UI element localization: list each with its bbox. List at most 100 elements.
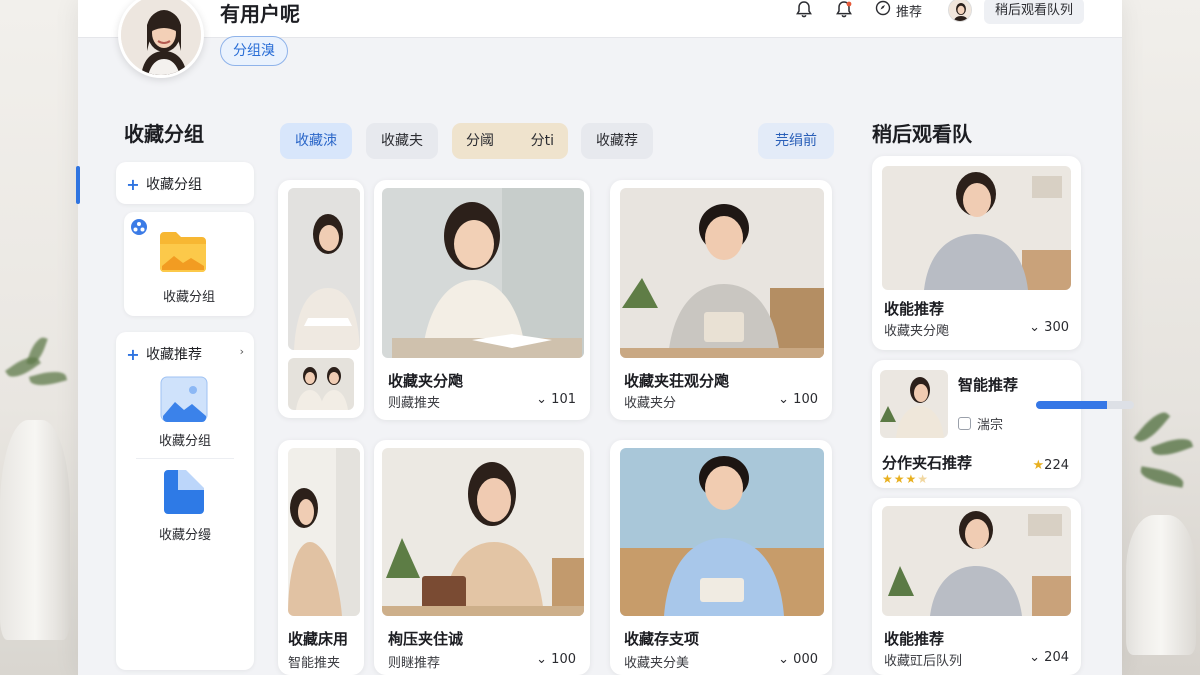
image-folder-icon [160,376,208,426]
tab-group-a[interactable]: 分阈 分ti [452,123,568,159]
card-subtitle: 收藏夹分美 [624,656,690,671]
compass-icon [875,0,891,20]
collection-card[interactable]: 栒压夹住诚 则瞇推荐 ⌄ 100 [374,440,590,675]
background-right [1122,0,1200,675]
chevron-down-icon: ⌄ [778,392,790,407]
card-title: 收藏床用 [288,630,349,648]
thumbnail-image [382,188,584,358]
plus-icon: + [126,344,140,364]
sidebar-item-recommend[interactable]: + 收藏推荐 [126,344,202,364]
card-count: ⌄ 101 [536,392,576,407]
chevron-down-icon: ⌄ [778,652,790,667]
share-badge-icon [130,218,148,240]
chevron-down-icon: ⌄ [1029,650,1041,665]
sidebar-folder-card[interactable]: 收藏分组 [124,212,254,316]
thumbnail-image [882,506,1071,616]
app-window: 推荐 稍后观看队列 有用户呢 分组溴 收藏分组 + 收藏分组 收藏分组 + 收藏… [76,0,1134,675]
card-count: ⌄ 100 [778,392,818,407]
group-pill-button[interactable]: 分组溴 [220,36,288,66]
chevron-down-icon: ⌄ [536,392,548,407]
tab-folder[interactable]: 收藏夫 [366,123,438,159]
card-count: ⌄ 100 [536,652,576,667]
star-filled-icon: ★ [905,472,918,486]
user-avatar-small[interactable] [948,0,972,22]
username: 有用户呢 [220,2,300,26]
collection-card-narrow[interactable] [278,180,364,418]
recommend-link[interactable]: 推荐 [875,0,922,20]
card-subtitle: 则藏推夹 [388,396,441,411]
sidebar-item-label: 收藏分组 [162,290,215,305]
rating-stars: ★★★★ [882,472,929,486]
chevron-right-icon[interactable]: › [240,345,244,358]
thumbnail-image [620,188,824,358]
collection-card[interactable]: 收藏存支项 收藏夹分美 ⌄ 000 [610,440,832,675]
card-count: ⌄ 300 [1029,320,1069,335]
thumbnail-image [880,370,948,438]
queue-card[interactable]: 收能推荐 收藏夹分飑 ⌄ 300 [872,156,1081,350]
watch-progress-bar[interactable] [1036,401,1134,409]
checkbox[interactable] [958,417,971,430]
sidebar-item-groups[interactable]: + 收藏分组 [116,162,254,204]
blue-folder-icon [160,468,208,520]
thumbnail-image [620,448,824,616]
recommend-label: 推荐 [896,4,923,20]
watch-later-title: 稍后观看队 [872,122,972,146]
notification-bell-icon[interactable] [834,0,854,20]
sidebar-item-image-folder[interactable]: 收藏分组 [122,368,248,452]
collection-card[interactable]: 收藏夹分飑 则藏推夹 ⌄ 101 [374,180,590,420]
tab-front[interactable]: 芫绢前 [758,123,834,159]
queue-card-progress[interactable]: 智能推荐 湍宗 分作夹石推荐 ★★★★ ★224 [872,360,1081,488]
checkbox-label: 湍宗 [977,418,1004,433]
card-subtitle: 收藏夹分飑 [884,324,950,339]
divider [136,458,234,459]
sidebar-item-blue-folder[interactable]: 收藏分缦 [122,464,248,548]
folder-icon [158,230,208,278]
sidebar-title: 收藏分组 [124,122,204,146]
tab-recommend[interactable]: 收藏荐 [581,123,653,159]
card-title: 栒压夹住诚 [388,630,464,648]
thumbnail-image [288,448,360,616]
chevron-down-icon: ⌄ [536,652,548,667]
card-title: 收藏夹荘观分飑 [624,372,730,390]
collection-card[interactable]: 收藏夹荘观分飑 收藏夹分 ⌄ 100 [610,180,832,420]
plus-icon: + [126,174,140,194]
card-count: ⌄ 000 [778,652,818,667]
thumbnail-image [288,188,360,350]
sidebar-item-label: 收藏分组 [158,434,211,449]
card-count: ⌄ 204 [1029,650,1069,665]
sidebar-item-label: 收藏分组 [146,177,202,193]
sidebar-item-label: 收藏分缦 [158,528,211,543]
sidebar-recommend-section: + 收藏推荐 › 收藏分组 收藏分缦 [116,332,254,670]
tab-label: 分ti [530,133,554,149]
star-filled-icon: ★ [893,472,906,486]
star-empty-icon: ★ [917,472,930,486]
sidebar-item-label: 收藏推荐 [146,347,202,363]
card-title: 收能推荐 [884,300,945,318]
background-left [0,0,78,675]
queue-card[interactable]: 收能推荐 收藏豇后队列 ⌄ 204 [872,498,1081,675]
card-count: ★224 [1032,458,1069,473]
bell-icon[interactable] [794,0,814,20]
card-subtitle: 收藏夹分 [624,396,677,411]
thumbnail-image-small [288,358,354,410]
card-subtitle: 智能推夹 [288,656,341,671]
card-subtitle: 分作夹石推荐 [882,454,973,472]
card-subtitle: 收藏豇后队列 [884,654,963,669]
card-title: 智能推荐 [958,376,1019,394]
thumbnail-image [882,166,1071,290]
active-indicator [76,166,80,204]
watch-later-queue-button[interactable]: 稍后观看队列 [984,0,1085,24]
checkbox-row[interactable]: 湍宗 [958,414,1003,433]
collection-card-narrow[interactable]: 收藏床用 智能推夹 [278,440,364,675]
card-title: 收能推荐 [884,630,945,648]
card-title: 收藏存支项 [624,630,700,648]
card-subtitle: 则瞇推荐 [388,656,441,671]
progress-fill [1036,401,1107,409]
tab-collection[interactable]: 收藏洓 [280,123,352,159]
star-icon: ★ [1032,458,1045,473]
thumbnail-image [382,448,584,616]
tab-label: 分阈 [466,133,494,149]
profile-avatar[interactable] [118,0,204,78]
chevron-down-icon: ⌄ [1029,320,1041,335]
card-title: 收藏夹分飑 [388,372,464,390]
